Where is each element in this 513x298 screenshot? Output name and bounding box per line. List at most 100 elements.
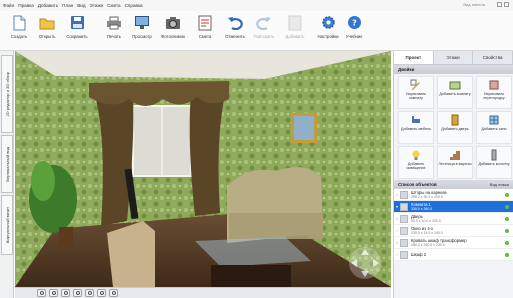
rotate-right-button[interactable] xyxy=(73,289,82,297)
save-button[interactable]: Сохранить xyxy=(62,14,92,48)
object-thumbnail xyxy=(400,238,408,247)
new-button[interactable]: Создать xyxy=(4,14,34,48)
add-room-icon xyxy=(449,81,461,90)
viewport-toolbar xyxy=(15,287,391,298)
object-thumbnail xyxy=(400,250,408,259)
tilt-up-icon xyxy=(87,291,92,295)
3d-viewport[interactable] xyxy=(15,51,391,287)
menu-help[interactable]: Справка xyxy=(125,3,143,8)
list-item[interactable]: › Окно из 4-х 230.0 x 15.0 x 140.0 xyxy=(394,225,513,237)
add-furniture-button[interactable]: Добавить мебель xyxy=(398,111,434,144)
open-folder-icon xyxy=(39,14,55,31)
objects-title: Список объектов xyxy=(398,182,437,187)
add-room-button[interactable]: Добавить комнату xyxy=(437,76,473,109)
object-thumbnail xyxy=(400,214,408,223)
tv-cabinet xyxy=(107,221,155,287)
floor-view-tab[interactable]: Вид этажа xyxy=(490,182,509,187)
visibility-icon[interactable] xyxy=(505,193,509,197)
navigation-control[interactable] xyxy=(349,247,381,279)
zoom-out-icon xyxy=(39,291,44,295)
stairs-icon xyxy=(450,151,460,160)
list-item[interactable]: › Шкаф 2 xyxy=(394,249,513,261)
visibility-icon[interactable] xyxy=(505,241,509,245)
open-button[interactable]: Открыть xyxy=(32,14,62,48)
draw-room-icon xyxy=(410,79,420,90)
add-column-button[interactable]: Добавить колонну xyxy=(476,146,512,179)
menu-estimate[interactable]: Смета xyxy=(107,3,121,8)
draw-room-button[interactable]: Нарисовать комнату xyxy=(398,76,434,109)
object-thumbnail xyxy=(400,190,408,199)
objects-header: Список объектов Вид этажа xyxy=(394,180,513,189)
new-file-icon xyxy=(11,14,27,31)
zoom-in-button[interactable] xyxy=(49,289,58,297)
panel-tabs: Проект Этажи Свойства xyxy=(394,51,513,65)
snapshot-button[interactable]: Фотоснимок xyxy=(158,14,188,48)
left-view-tabs: 2D редактор и 3D обзор Вертикальный вид … xyxy=(0,51,14,298)
visibility-icon[interactable] xyxy=(505,217,509,221)
redo-button[interactable]: Повторить xyxy=(249,14,279,48)
save-icon xyxy=(69,14,85,31)
add-door-button[interactable]: Добавить дверь xyxy=(437,111,473,144)
undo-button[interactable]: Отменить xyxy=(220,14,250,48)
tutorial-button[interactable]: ? Учебник xyxy=(339,14,369,48)
visibility-icon[interactable] xyxy=(505,205,509,209)
menu-plan[interactable]: План xyxy=(62,3,73,8)
tab-virtual-visit[interactable]: Виртуальный визит xyxy=(1,195,13,255)
visibility-icon[interactable] xyxy=(505,253,509,257)
fit-view-button[interactable] xyxy=(109,289,118,297)
tilt-down-button[interactable] xyxy=(97,289,106,297)
minimize-icon[interactable] xyxy=(497,2,502,7)
add-window-button[interactable]: Добавить окно xyxy=(476,111,512,144)
svg-text:?: ? xyxy=(352,19,357,28)
menu-file[interactable]: Файл xyxy=(3,3,14,8)
tilt-down-icon xyxy=(99,291,104,295)
list-item[interactable]: › Шторы на карнизе 295.0 x 30.3 x 233.9 xyxy=(394,189,513,201)
draw-partition-button[interactable]: Нарисовать перегородку xyxy=(476,76,512,109)
zoom-out-button[interactable] xyxy=(37,289,46,297)
add-door-icon xyxy=(451,114,459,126)
add-column-icon xyxy=(491,149,497,161)
tab-vertical-view[interactable]: Вертикальный вид xyxy=(1,135,13,193)
tab-floors[interactable]: Этажи xyxy=(433,51,474,64)
window-controls xyxy=(497,2,509,7)
printer-icon xyxy=(106,14,122,31)
redo-icon xyxy=(256,14,272,31)
list-item[interactable]: › Дверь 90.0 x 10.0 x 200.0 xyxy=(394,213,513,225)
list-item[interactable]: ▾ Комната 1 330.0 x 260.0 xyxy=(394,201,513,213)
menu-edit[interactable]: Правка xyxy=(18,3,34,8)
visibility-icon[interactable] xyxy=(505,229,509,233)
add-light-icon xyxy=(412,150,420,160)
menu-floors[interactable]: Этажи xyxy=(90,3,104,8)
object-thumbnail xyxy=(400,226,408,235)
undo-icon xyxy=(227,14,243,31)
main-toolbar: Создать Открыть Сохранить Печать Просмот… xyxy=(0,11,513,51)
preview-button[interactable]: Просмотр xyxy=(127,14,157,48)
painting xyxy=(294,116,314,140)
rug xyxy=(211,265,291,287)
menu-bar: Файл Правка Добавить План Вид Этажи Смет… xyxy=(0,0,513,11)
list-item[interactable]: › Кровать шкаф трансформер 280.0 x 240.0 … xyxy=(394,237,513,249)
add-object-icon xyxy=(287,14,303,31)
stairs-button[interactable]: Лестница в вырезы xyxy=(437,146,473,179)
menu-view[interactable]: Вид xyxy=(77,3,85,8)
add-tools-grid: Нарисовать комнату Добавить комнату Нари… xyxy=(394,74,513,180)
add-furniture-icon xyxy=(412,116,420,123)
add-light-button[interactable]: Добавить освещение xyxy=(398,146,434,179)
tilt-up-button[interactable] xyxy=(85,289,94,297)
room-render xyxy=(15,51,391,287)
add-object-button[interactable]: Добавить xyxy=(280,14,310,48)
rotate-left-button[interactable] xyxy=(61,289,70,297)
menu-add[interactable]: Добавить xyxy=(38,3,58,8)
monitor-icon xyxy=(134,14,150,31)
add-window-icon xyxy=(489,115,499,125)
tab-project[interactable]: Проект xyxy=(394,51,434,64)
estimate-button[interactable]: Смета xyxy=(190,14,220,48)
panel-view-hint[interactable]: Вид панели xyxy=(463,2,485,7)
print-button[interactable]: Печать xyxy=(99,14,129,48)
estimate-icon xyxy=(197,14,213,31)
tab-2d-3d-view[interactable]: 2D редактор и 3D обзор xyxy=(1,55,13,133)
maximize-icon[interactable] xyxy=(504,2,509,7)
tab-properties[interactable]: Свойства xyxy=(473,51,513,64)
fit-view-icon xyxy=(111,291,116,295)
help-icon: ? xyxy=(346,14,362,31)
